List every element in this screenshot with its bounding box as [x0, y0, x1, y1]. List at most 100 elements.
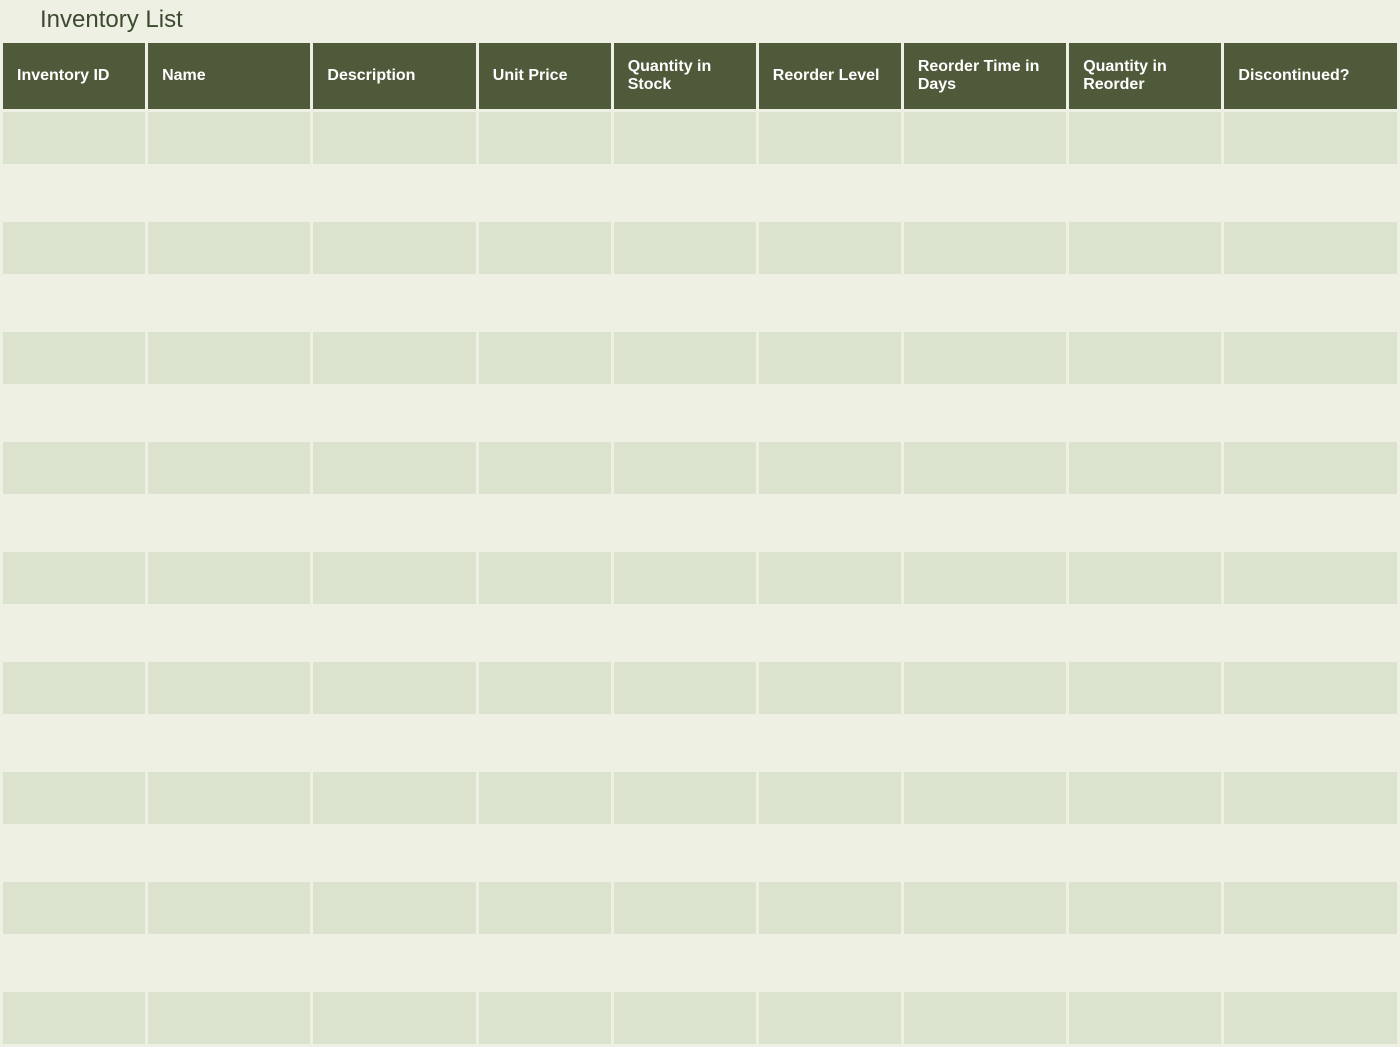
table-cell[interactable]: [904, 827, 1066, 879]
table-cell[interactable]: [614, 827, 756, 879]
table-cell[interactable]: [759, 827, 901, 879]
table-cell[interactable]: [148, 607, 310, 659]
table-cell[interactable]: [614, 552, 756, 604]
table-cell[interactable]: [904, 497, 1066, 549]
table-cell[interactable]: [1069, 277, 1221, 329]
table-cell[interactable]: [614, 662, 756, 714]
table-cell[interactable]: [759, 442, 901, 494]
table-cell[interactable]: [614, 937, 756, 989]
table-cell[interactable]: [3, 442, 145, 494]
table-cell[interactable]: [3, 717, 145, 769]
table-cell[interactable]: [3, 497, 145, 549]
table-cell[interactable]: [479, 222, 611, 274]
table-cell[interactable]: [1069, 607, 1221, 659]
table-cell[interactable]: [759, 992, 901, 1044]
table-cell[interactable]: [759, 937, 901, 989]
table-cell[interactable]: [313, 662, 475, 714]
table-cell[interactable]: [148, 552, 310, 604]
table-cell[interactable]: [313, 607, 475, 659]
table-cell[interactable]: [1069, 222, 1221, 274]
table-cell[interactable]: [148, 222, 310, 274]
table-cell[interactable]: [614, 497, 756, 549]
table-cell[interactable]: [759, 882, 901, 934]
col-inventory-id[interactable]: Inventory ID: [3, 43, 145, 109]
table-cell[interactable]: [904, 167, 1066, 219]
table-cell[interactable]: [1224, 607, 1397, 659]
table-cell[interactable]: [148, 112, 310, 164]
table-cell[interactable]: [148, 827, 310, 879]
table-cell[interactable]: [313, 112, 475, 164]
table-cell[interactable]: [1069, 772, 1221, 824]
table-cell[interactable]: [3, 277, 145, 329]
table-cell[interactable]: [148, 662, 310, 714]
col-name[interactable]: Name: [148, 43, 310, 109]
table-cell[interactable]: [479, 607, 611, 659]
table-cell[interactable]: [3, 992, 145, 1044]
table-cell[interactable]: [479, 827, 611, 879]
table-cell[interactable]: [313, 882, 475, 934]
table-cell[interactable]: [759, 552, 901, 604]
table-cell[interactable]: [313, 552, 475, 604]
table-cell[interactable]: [3, 387, 145, 439]
table-cell[interactable]: [904, 112, 1066, 164]
table-cell[interactable]: [3, 167, 145, 219]
table-cell[interactable]: [614, 882, 756, 934]
table-cell[interactable]: [3, 937, 145, 989]
table-cell[interactable]: [313, 937, 475, 989]
table-cell[interactable]: [1224, 222, 1397, 274]
table-cell[interactable]: [313, 827, 475, 879]
table-cell[interactable]: [1224, 662, 1397, 714]
table-cell[interactable]: [313, 387, 475, 439]
table-cell[interactable]: [148, 277, 310, 329]
table-cell[interactable]: [479, 772, 611, 824]
table-cell[interactable]: [1224, 552, 1397, 604]
col-discontinued[interactable]: Discontinued?: [1224, 43, 1397, 109]
table-cell[interactable]: [1069, 662, 1221, 714]
table-cell[interactable]: [759, 277, 901, 329]
table-cell[interactable]: [1069, 442, 1221, 494]
table-cell[interactable]: [614, 167, 756, 219]
table-cell[interactable]: [1224, 277, 1397, 329]
table-cell[interactable]: [759, 662, 901, 714]
table-cell[interactable]: [3, 112, 145, 164]
table-cell[interactable]: [3, 827, 145, 879]
table-cell[interactable]: [904, 332, 1066, 384]
table-cell[interactable]: [759, 607, 901, 659]
table-cell[interactable]: [1069, 167, 1221, 219]
table-cell[interactable]: [479, 992, 611, 1044]
table-cell[interactable]: [313, 442, 475, 494]
table-cell[interactable]: [479, 662, 611, 714]
table-cell[interactable]: [1069, 992, 1221, 1044]
table-cell[interactable]: [1069, 497, 1221, 549]
table-cell[interactable]: [479, 442, 611, 494]
table-cell[interactable]: [1069, 332, 1221, 384]
table-cell[interactable]: [148, 332, 310, 384]
table-cell[interactable]: [3, 222, 145, 274]
table-cell[interactable]: [614, 717, 756, 769]
table-cell[interactable]: [759, 112, 901, 164]
table-cell[interactable]: [759, 222, 901, 274]
table-cell[interactable]: [148, 717, 310, 769]
table-cell[interactable]: [614, 222, 756, 274]
col-reorder-level[interactable]: Reorder Level: [759, 43, 901, 109]
table-cell[interactable]: [614, 992, 756, 1044]
table-cell[interactable]: [904, 882, 1066, 934]
table-cell[interactable]: [479, 387, 611, 439]
table-cell[interactable]: [759, 497, 901, 549]
table-cell[interactable]: [1224, 827, 1397, 879]
table-cell[interactable]: [148, 882, 310, 934]
table-cell[interactable]: [614, 112, 756, 164]
table-cell[interactable]: [479, 882, 611, 934]
table-cell[interactable]: [1069, 717, 1221, 769]
table-cell[interactable]: [479, 167, 611, 219]
table-cell[interactable]: [904, 222, 1066, 274]
table-cell[interactable]: [148, 167, 310, 219]
table-cell[interactable]: [1224, 937, 1397, 989]
table-cell[interactable]: [904, 442, 1066, 494]
table-cell[interactable]: [904, 277, 1066, 329]
table-cell[interactable]: [3, 332, 145, 384]
table-cell[interactable]: [148, 442, 310, 494]
table-cell[interactable]: [479, 332, 611, 384]
table-cell[interactable]: [479, 112, 611, 164]
table-cell[interactable]: [1224, 332, 1397, 384]
